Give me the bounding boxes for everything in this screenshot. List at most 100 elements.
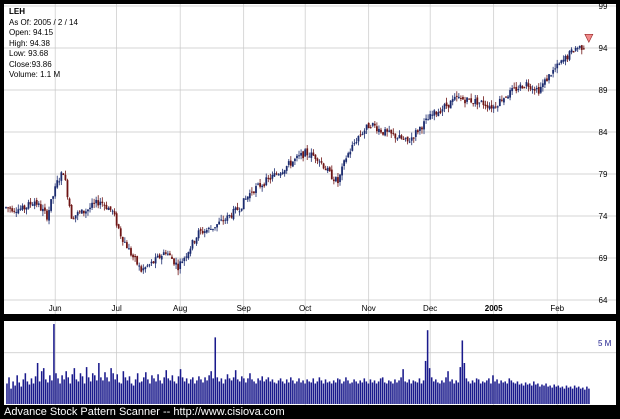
- candle-body: [291, 161, 294, 167]
- candle-body: [60, 172, 63, 181]
- candle-body: [275, 173, 278, 175]
- volume-bar: [320, 380, 323, 404]
- candle-body: [109, 206, 112, 210]
- volume-bar: [49, 375, 51, 404]
- candle-body: [7, 207, 9, 209]
- close-value: Close:93.86: [9, 59, 52, 69]
- candle-body: [435, 111, 438, 115]
- candle-body: [464, 99, 466, 104]
- volume-bar: [120, 383, 123, 404]
- candle-body: [554, 68, 557, 70]
- candle-body: [166, 253, 169, 255]
- candle-body: [416, 130, 419, 133]
- volume-bar: [47, 382, 49, 404]
- price-tick-label: 84: [599, 128, 608, 137]
- candle-body: [386, 129, 389, 132]
- volume-bar: [98, 363, 100, 404]
- candle-body: [548, 74, 550, 81]
- volume-bar: [192, 377, 194, 404]
- volume-bar: [106, 377, 108, 404]
- candle-body: [162, 252, 165, 255]
- volume-bar: [273, 382, 276, 404]
- candle-body: [52, 196, 55, 199]
- candle-body: [240, 208, 243, 211]
- volume-bar: [65, 371, 67, 404]
- volume-bar: [145, 372, 147, 404]
- volume-bar: [334, 382, 337, 404]
- volume-bar: [243, 378, 245, 404]
- volume-bar: [261, 376, 263, 404]
- volume-bar: [85, 367, 88, 404]
- date-tick-label: Jul: [112, 304, 122, 313]
- candle-body: [300, 152, 302, 156]
- volume-bar: [51, 380, 53, 404]
- candle-body: [177, 263, 180, 271]
- date-tick-label: Dec: [423, 304, 437, 313]
- candle-body: [119, 228, 122, 237]
- candle-body: [144, 267, 147, 270]
- volume-bar: [61, 375, 63, 404]
- candle-body: [447, 104, 450, 108]
- candle-body: [58, 181, 61, 183]
- candle-body: [318, 161, 321, 163]
- candle-body: [95, 199, 98, 204]
- volume-bar: [18, 382, 20, 404]
- volume-bar: [224, 379, 227, 404]
- volume-bar: [302, 380, 304, 404]
- candle-body: [142, 268, 145, 271]
- volume-bar: [463, 363, 466, 404]
- volume-bar: [112, 373, 114, 404]
- candle-body: [46, 210, 48, 220]
- candle-body: [537, 87, 540, 94]
- candle-body: [101, 201, 104, 204]
- volume-bar: [398, 380, 400, 404]
- candle-body: [523, 87, 526, 89]
- candle-body: [390, 129, 393, 134]
- volume-bar: [57, 378, 59, 404]
- candle-body: [205, 230, 208, 233]
- candle-body: [78, 211, 81, 213]
- volume-bar: [69, 383, 72, 404]
- volume-bar: [504, 381, 506, 404]
- candle-body: [222, 220, 225, 222]
- volume-bar: [390, 381, 392, 404]
- volume-bar: [571, 388, 574, 404]
- volume-bar: [524, 382, 527, 404]
- volume-bar: [198, 376, 200, 404]
- candle-body: [19, 208, 22, 210]
- candle-body: [328, 167, 331, 172]
- candle-body: [160, 256, 163, 260]
- candle-body: [265, 177, 268, 186]
- volume-bar: [484, 382, 486, 404]
- candle-body: [357, 135, 360, 142]
- candle-body: [568, 51, 571, 60]
- candle-body: [154, 257, 157, 264]
- volume-bar: [545, 383, 547, 404]
- volume-bar: [584, 389, 586, 404]
- volume-bar: [38, 381, 41, 404]
- volume-bar: [181, 377, 184, 404]
- volume-bar: [81, 376, 84, 404]
- candle-body: [212, 228, 214, 230]
- volume-bar: [214, 337, 217, 404]
- candle-body: [380, 129, 382, 133]
- candle-body: [562, 59, 565, 62]
- candle-body: [445, 102, 448, 106]
- volume-bar: [547, 386, 549, 404]
- volume-bar: [535, 384, 537, 404]
- volume-bar: [457, 382, 460, 404]
- candle-body: [552, 69, 555, 74]
- volume-bar: [118, 382, 121, 404]
- volume-bar: [516, 381, 519, 404]
- candle-body: [451, 99, 454, 102]
- volume-bar: [234, 370, 237, 404]
- candle-body: [68, 198, 71, 206]
- volume-bar: [83, 383, 86, 404]
- volume-bar: [110, 368, 112, 404]
- volume-bar: [245, 382, 247, 404]
- volume-bar: [253, 381, 255, 404]
- volume-bar: [424, 360, 427, 404]
- volume-bar: [541, 384, 543, 404]
- candle-body: [326, 167, 329, 172]
- volume-bar: [563, 388, 566, 404]
